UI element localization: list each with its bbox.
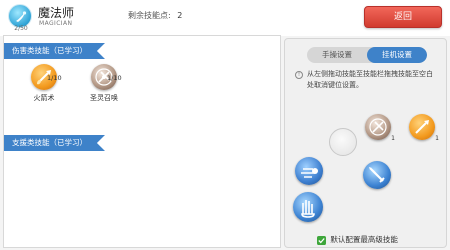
flame-arrow-slot-icon[interactable]: 1 <box>409 114 439 142</box>
slot-count: 1 <box>435 135 439 142</box>
info-icon: ! <box>295 71 303 79</box>
info-text: 从左侧拖动技能至技能栏拖拽技能至空白处取消键位设置。 <box>307 70 433 89</box>
support-skills-header: 支援类技能（已学习） <box>4 135 105 151</box>
hotkey-config-panel: 手操设置 挂机设置 ! 从左侧拖动技能至技能栏拖拽技能至空白处取消键位设置。 1… <box>284 38 447 248</box>
skill-points-value: 2 <box>177 11 183 20</box>
spirit-summon-slot-icon[interactable]: 1 <box>365 114 395 142</box>
attack-skills-header: 伤害类技能（已学习） <box>4 43 105 59</box>
check-icon <box>317 235 326 245</box>
slot-count: 1 <box>391 135 395 142</box>
header-bar: 2/50 魔法师 MAGICIAN 剩余技能点: 2 返回 <box>0 0 450 36</box>
skill-points-label: 剩余技能点: <box>128 11 171 20</box>
tab-auto-settings[interactable]: 挂机设置 <box>367 47 427 63</box>
dash-skill-icon[interactable] <box>295 157 323 185</box>
skill-level-count: 1/10 <box>107 74 122 82</box>
skill-name-label: 火箭术 <box>33 94 55 102</box>
sword-attack-icon[interactable] <box>363 161 391 189</box>
skill-item-spirit-summon[interactable]: 1/10 圣灵召唤 <box>84 64 124 104</box>
skill-level-count: 1/10 <box>47 74 62 82</box>
skill-screen: 2/50 魔法师 MAGICIAN 剩余技能点: 2 返回 伤害类技能（已学习）… <box>0 0 450 250</box>
settings-tabs: 手操设置 挂机设置 <box>307 47 427 63</box>
tab-manual-settings[interactable]: 手操设置 <box>307 47 367 63</box>
class-subtitle: MAGICIAN <box>39 20 73 27</box>
skill-name-label: 圣灵召唤 <box>90 94 118 102</box>
learned-skills-panel: 伤害类技能（已学习） 1/10 火箭术 1/10 圣灵召唤 支援类技能（已学习） <box>3 35 281 248</box>
level-indicator: 2/50 <box>14 25 28 32</box>
default-config-label: 默认配置最高级技能 <box>330 235 398 244</box>
skill-points-display: 剩余技能点: 2 <box>128 10 182 24</box>
default-config-option[interactable]: 默认配置最高级技能 <box>317 234 398 245</box>
empty-skill-slot[interactable] <box>329 128 357 156</box>
skill-item-fire-arrow[interactable]: 1/10 火箭术 <box>24 64 64 104</box>
hand-interact-icon[interactable] <box>293 192 323 222</box>
class-name: 魔法师 <box>38 6 75 20</box>
back-button[interactable]: 返回 <box>364 6 442 28</box>
